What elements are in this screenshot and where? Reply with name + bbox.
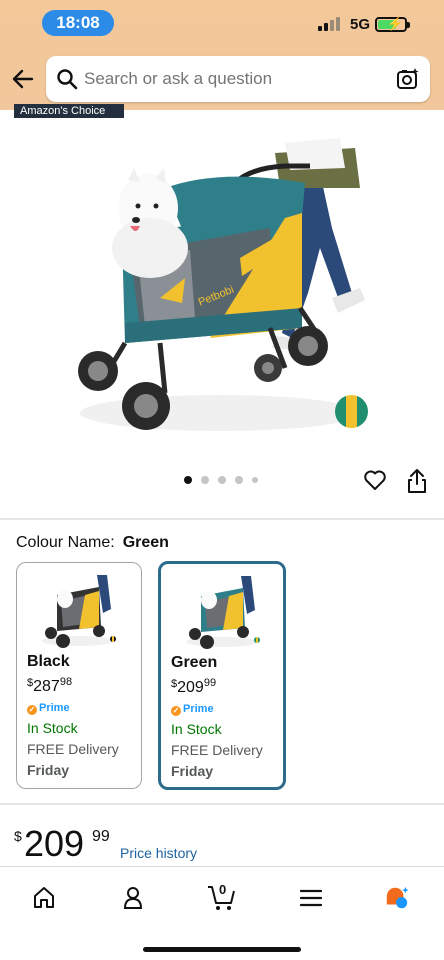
heart-icon[interactable] xyxy=(363,468,387,492)
share-icon[interactable] xyxy=(406,468,428,494)
battery-icon: ⚡ xyxy=(375,16,407,32)
price-currency: $ xyxy=(14,828,22,844)
price-cents: 99 xyxy=(92,828,110,845)
home-indicator xyxy=(143,947,301,952)
amazons-choice-badge: Amazon's Choice xyxy=(14,104,124,118)
carousel-dot[interactable] xyxy=(218,476,226,484)
status-bar: 18:08 5G ⚡ xyxy=(0,0,444,46)
delivery-info: FREE Delivery xyxy=(27,741,119,757)
prime-badge: ✓ Prime xyxy=(171,703,214,716)
colour-label-text: Colour Name: xyxy=(16,534,115,551)
variant-card-black[interactable]: Black $28798 ✓ Prime In Stock FREE Delive… xyxy=(16,562,142,789)
search-icon xyxy=(57,69,78,90)
account-icon[interactable] xyxy=(120,885,146,911)
carousel-dot[interactable] xyxy=(235,476,243,484)
signal-icon xyxy=(318,17,342,31)
delivery-day: Friday xyxy=(27,762,70,778)
network-label: 5G xyxy=(350,16,371,33)
colour-swatch-icon xyxy=(335,395,368,428)
search-bar[interactable] xyxy=(46,56,430,102)
delivery-day: Friday xyxy=(171,763,214,779)
cart-count: 0 xyxy=(219,882,227,897)
battery-nub xyxy=(407,22,410,28)
stock-status: In Stock xyxy=(27,720,78,736)
price-history-link[interactable]: Price history xyxy=(120,845,197,861)
prime-check-icon: ✓ xyxy=(171,706,181,716)
camera-search-icon[interactable] xyxy=(396,67,420,91)
home-icon[interactable] xyxy=(31,885,57,911)
selected-colour-value: Green xyxy=(122,534,169,551)
prime-check-icon: ✓ xyxy=(27,705,37,715)
bottom-nav: 0 xyxy=(0,866,444,960)
carousel-dot[interactable] xyxy=(201,476,209,484)
variant-name: Green xyxy=(171,654,218,671)
menu-icon[interactable] xyxy=(298,885,324,911)
variant-thumbnail xyxy=(42,575,116,648)
product-image[interactable]: Petbobi xyxy=(70,128,370,438)
carousel-dot[interactable] xyxy=(184,476,192,484)
section-divider xyxy=(0,803,444,805)
variant-price: $28798 xyxy=(27,676,73,695)
header: 18:08 5G ⚡ xyxy=(0,0,444,110)
price-whole: 209 xyxy=(24,823,85,864)
variant-price: $20999 xyxy=(171,677,217,696)
variant-name: Black xyxy=(27,653,70,670)
prime-badge: ✓ Prime xyxy=(27,702,70,715)
product-page: 18:08 5G ⚡ Search or ask a question Amaz… xyxy=(0,0,444,960)
back-arrow-icon[interactable] xyxy=(10,66,36,92)
carousel-dot[interactable] xyxy=(252,477,258,483)
variant-card-green[interactable]: Green $20999 ✓ Prime In Stock FREE Delive… xyxy=(158,561,286,790)
cart-icon[interactable]: 0 xyxy=(206,881,238,913)
variant-thumbnail xyxy=(186,576,260,649)
colour-name-label: Colour Name: Green xyxy=(16,534,169,552)
status-time: 18:08 xyxy=(42,10,114,36)
delivery-info: FREE Delivery xyxy=(171,742,263,758)
search-input[interactable] xyxy=(84,56,384,102)
section-divider xyxy=(0,518,444,520)
stock-status: In Stock xyxy=(171,721,222,737)
rufus-assistant-icon[interactable] xyxy=(384,885,410,911)
